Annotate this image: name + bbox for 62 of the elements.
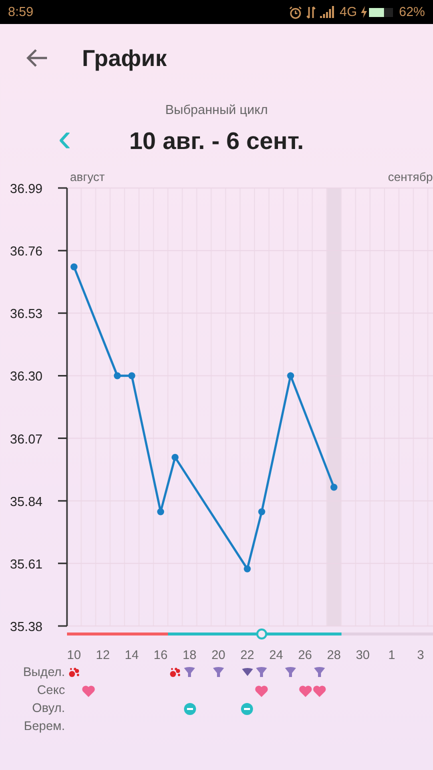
discharge-icon (285, 667, 296, 678)
heart-icon (313, 684, 326, 696)
cycle-day-marker[interactable] (256, 628, 268, 639)
heart-icon (298, 684, 312, 696)
row-label: Берем. (22, 718, 66, 736)
network-type: 4G (340, 3, 357, 22)
blood-drops-icon (68, 667, 80, 678)
signal-icon (320, 6, 336, 18)
data-point (70, 262, 78, 270)
x-tick-label: 12 (96, 648, 110, 662)
x-tick-label: 18 (182, 648, 196, 662)
data-point (258, 508, 266, 515)
y-tick-label: 35.84 (10, 493, 43, 508)
x-tick-label: 26 (298, 648, 312, 662)
y-tick-label: 35.38 (10, 618, 43, 634)
y-tick-label: 36.30 (10, 368, 43, 384)
month-label: сентябр (388, 170, 433, 184)
battery-percentage: 62% (398, 3, 425, 22)
discharge-icon (314, 667, 326, 678)
data-point (114, 372, 121, 379)
data-point (128, 372, 136, 379)
discharge-icon (242, 668, 253, 677)
battery-icon (360, 6, 395, 18)
x-tick-label: 14 (124, 648, 139, 662)
x-tick-label: 16 (154, 648, 168, 662)
data-point (287, 372, 294, 379)
y-tick-label: 36.07 (10, 430, 43, 446)
data-point (157, 508, 164, 515)
y-tick-label: 35.61 (10, 556, 43, 571)
ovulation-icon (241, 702, 254, 714)
cycle-caption: Выбранный цикл (164, 101, 269, 119)
clock: 8:59 (8, 3, 34, 22)
y-tick-label: 36.99 (10, 180, 43, 196)
data-point (244, 564, 251, 572)
alarm-icon (288, 6, 302, 18)
x-tick-label: 3 (417, 648, 424, 662)
discharge-icon (256, 667, 268, 678)
row-label: Выдел. (22, 664, 66, 682)
x-tick-label: 24 (269, 648, 284, 662)
row-label: Секс (36, 682, 66, 700)
month-label: август (70, 170, 105, 184)
row-label: Овул. (31, 700, 66, 718)
blood-drops-icon (170, 667, 181, 678)
previous-cycle-button[interactable]: ‹ (54, 118, 76, 158)
x-tick-label: 22 (240, 648, 254, 662)
data-transfer-icon (306, 6, 316, 18)
data-point (330, 483, 338, 490)
ovulation-icon (184, 702, 196, 714)
x-tick-label: 1 (388, 648, 396, 662)
y-tick-label: 36.53 (10, 306, 43, 321)
heart-icon (255, 684, 268, 696)
discharge-icon (213, 667, 224, 678)
discharge-icon (184, 667, 196, 678)
x-tick-label: 30 (356, 648, 370, 662)
screen-title: График (82, 44, 167, 73)
x-tick-label: 28 (326, 648, 341, 662)
x-tick-label: 10 (67, 648, 81, 662)
y-tick-label: 36.76 (10, 243, 43, 258)
cycle-range: 10 авг. - 6 сент. (129, 126, 304, 156)
x-tick-label: 20 (211, 648, 226, 662)
data-point (172, 453, 179, 460)
heart-icon (82, 684, 96, 696)
